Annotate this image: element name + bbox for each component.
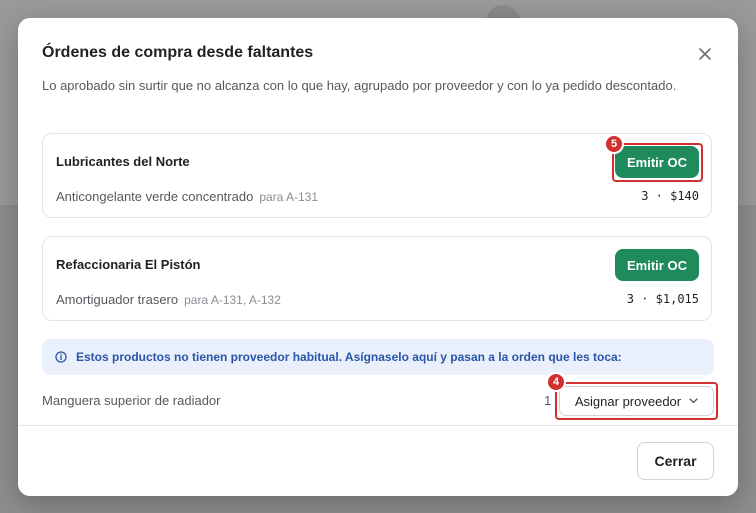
product-name: Anticongelante verde concentrado [56,189,254,204]
assign-supplier-button[interactable]: Asignar proveedor [559,386,714,416]
unassigned-qty: 1 [544,393,552,408]
supplier-name: Refaccionaria El Pistón [56,257,201,272]
product-amount: 3 · $1,015 [626,292,699,306]
supplier-name: Lubricantes del Norte [56,154,190,169]
footer-divider [18,425,738,426]
step-marker: 5 [604,134,624,154]
assign-supplier-label: Asignar proveedor [574,393,682,409]
product-amount: 3 · $140 [641,189,699,203]
step-marker: 4 [546,372,566,392]
purchase-orders-dialog: Órdenes de compra desde faltantes Lo apr… [18,18,738,496]
supplier-card: Refaccionaria El Pistón Emitir OC Amorti… [42,236,712,321]
product-for: para A-131 [259,190,319,204]
product-for: para A-131, A-132 [184,293,281,307]
dialog-title: Órdenes de compra desde faltantes [42,44,314,61]
info-circle-icon [55,351,67,363]
unassigned-product: Manguera superior de radiador [42,393,221,408]
emit-po-button[interactable]: Emitir OC [615,146,699,178]
product-name: Amortiguador trasero [56,292,179,307]
dialog-description: Lo aprobado sin surtir que no alcanza co… [42,78,677,93]
product-line: Amortiguador trasero para A-131, A-132 [56,292,281,307]
close-button[interactable]: Cerrar [637,442,714,480]
close-icon[interactable] [696,45,714,63]
emit-po-button[interactable]: Emitir OC [615,249,699,281]
info-text: Estos productos no tienen proveedor habi… [76,350,622,364]
product-line: Anticongelante verde concentrado para A-1… [56,189,318,204]
info-banner: Estos productos no tienen proveedor habi… [42,339,714,375]
chevron-down-icon [689,398,698,404]
